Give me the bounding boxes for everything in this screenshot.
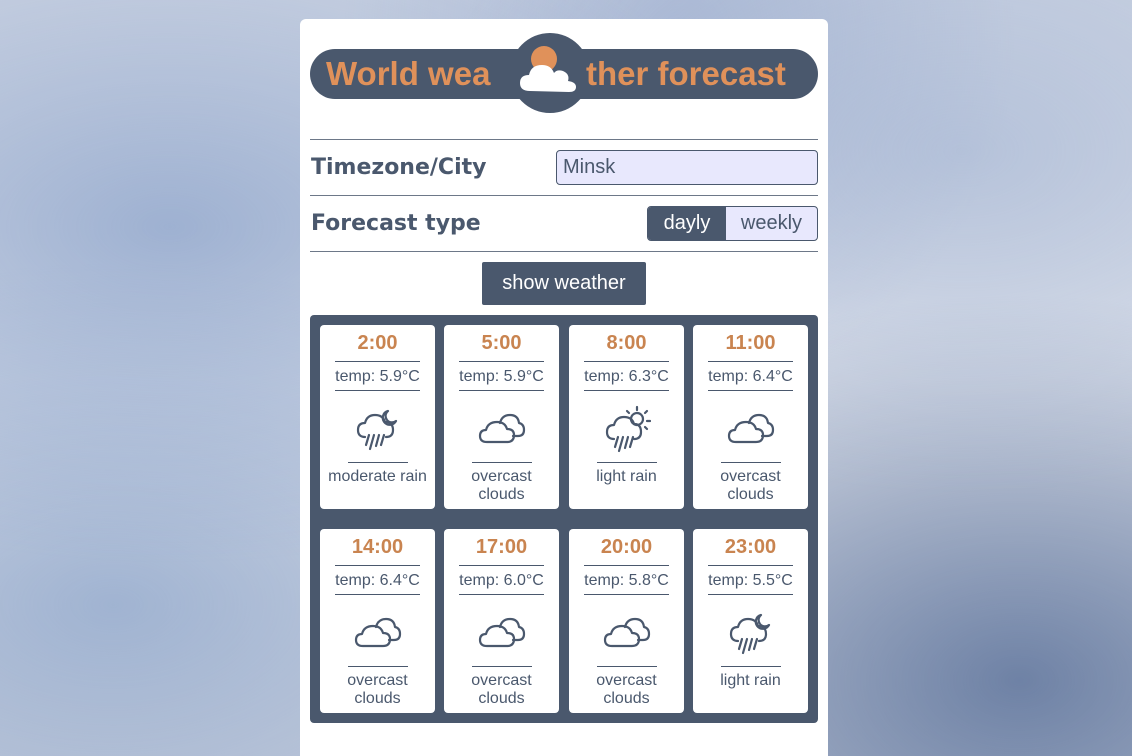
divider xyxy=(721,666,781,667)
forecast-description: overcast clouds xyxy=(471,468,532,503)
forecast-time: 17:00 xyxy=(475,536,528,558)
forecast-temp: temp: 6.4°C xyxy=(708,368,793,385)
forecast-card: 23:00 temp: 5.5°C light rain xyxy=(693,529,808,713)
divider xyxy=(597,666,657,667)
forecast-temp: temp: 5.5°C xyxy=(708,572,793,589)
forecast-temp: temp: 5.9°C xyxy=(335,368,420,385)
divider xyxy=(335,361,420,362)
divider xyxy=(584,390,669,391)
overcast-clouds-icon xyxy=(354,617,402,648)
divider xyxy=(472,462,532,463)
divider xyxy=(348,666,408,667)
forecast-card: 8:00 temp: 6.3°C light rain xyxy=(569,325,684,509)
forecast-time: 2:00 xyxy=(357,332,398,354)
rain-cloud-moon-icon xyxy=(729,613,771,655)
divider xyxy=(348,462,408,463)
app-logo: World wea ther forecast xyxy=(310,33,818,113)
show-weather-button[interactable]: show weather xyxy=(482,262,646,305)
divider xyxy=(310,139,818,140)
divider xyxy=(708,594,793,595)
forecast-time: 20:00 xyxy=(600,536,653,558)
option-daily[interactable]: dayly xyxy=(648,207,726,240)
divider xyxy=(459,361,544,362)
overcast-clouds-icon xyxy=(727,413,775,444)
divider xyxy=(459,390,544,391)
forecast-card: 14:00 temp: 6.4°C overcast clouds xyxy=(320,529,435,713)
divider xyxy=(472,666,532,667)
divider xyxy=(335,390,420,391)
logo-text-right: ther forecast xyxy=(586,55,786,92)
forecast-card: 17:00 temp: 6.0°C overcast clouds xyxy=(444,529,559,713)
forecast-temp: temp: 5.9°C xyxy=(459,368,544,385)
overcast-clouds-icon xyxy=(478,617,526,648)
forecast-card: 11:00 temp: 6.4°C overcast clouds xyxy=(693,325,808,509)
forecast-temp: temp: 6.3°C xyxy=(584,368,669,385)
forecast-time: 23:00 xyxy=(724,536,777,558)
divider xyxy=(310,195,818,196)
forecast-description: overcast clouds xyxy=(720,468,781,503)
divider xyxy=(708,390,793,391)
forecast-panel: World wea ther forecast Timezone/City Fo… xyxy=(300,19,828,756)
divider xyxy=(335,565,420,566)
divider xyxy=(584,565,669,566)
forecast-type-label: Forecast type xyxy=(311,211,481,236)
forecast-time: 8:00 xyxy=(606,332,647,354)
forecast-card: 5:00 temp: 5.9°C overcast clouds xyxy=(444,325,559,509)
forecast-grid: 2:00 temp: 5.9°C moderate rain 5:00 temp… xyxy=(310,315,818,723)
forecast-temp: temp: 6.0°C xyxy=(459,572,544,589)
divider xyxy=(708,565,793,566)
city-label: Timezone/City xyxy=(311,155,487,180)
divider xyxy=(584,361,669,362)
forecast-card: 2:00 temp: 5.9°C moderate rain xyxy=(320,325,435,509)
forecast-description: overcast clouds xyxy=(347,672,408,707)
forecast-card: 20:00 temp: 5.8°C overcast clouds xyxy=(569,529,684,713)
forecast-time: 5:00 xyxy=(481,332,522,354)
divider xyxy=(584,594,669,595)
divider xyxy=(310,251,818,252)
forecast-time: 14:00 xyxy=(351,536,404,558)
forecast-temp: temp: 5.8°C xyxy=(584,572,669,589)
divider xyxy=(459,594,544,595)
forecast-description: light rain xyxy=(596,468,657,485)
rain-cloud-sun-icon xyxy=(605,405,651,453)
overcast-clouds-icon xyxy=(603,617,651,648)
option-weekly[interactable]: weekly xyxy=(726,207,817,240)
divider xyxy=(459,565,544,566)
rain-cloud-moon-icon xyxy=(356,409,398,451)
forecast-temp: temp: 6.4°C xyxy=(335,572,420,589)
divider xyxy=(597,462,657,463)
forecast-description: light rain xyxy=(720,672,781,689)
forecast-type-toggle: dayly weekly xyxy=(647,206,818,241)
divider xyxy=(335,594,420,595)
overcast-clouds-icon xyxy=(478,413,526,444)
forecast-description: overcast clouds xyxy=(471,672,532,707)
divider xyxy=(708,361,793,362)
logo-circle xyxy=(510,33,590,113)
forecast-description: moderate rain xyxy=(328,468,427,485)
sun-behind-cloud-icon xyxy=(520,46,576,92)
forecast-description: overcast clouds xyxy=(596,672,657,707)
logo-text-left: World wea xyxy=(326,55,491,92)
forecast-time: 11:00 xyxy=(725,332,776,354)
city-input[interactable] xyxy=(556,150,818,185)
divider xyxy=(721,462,781,463)
